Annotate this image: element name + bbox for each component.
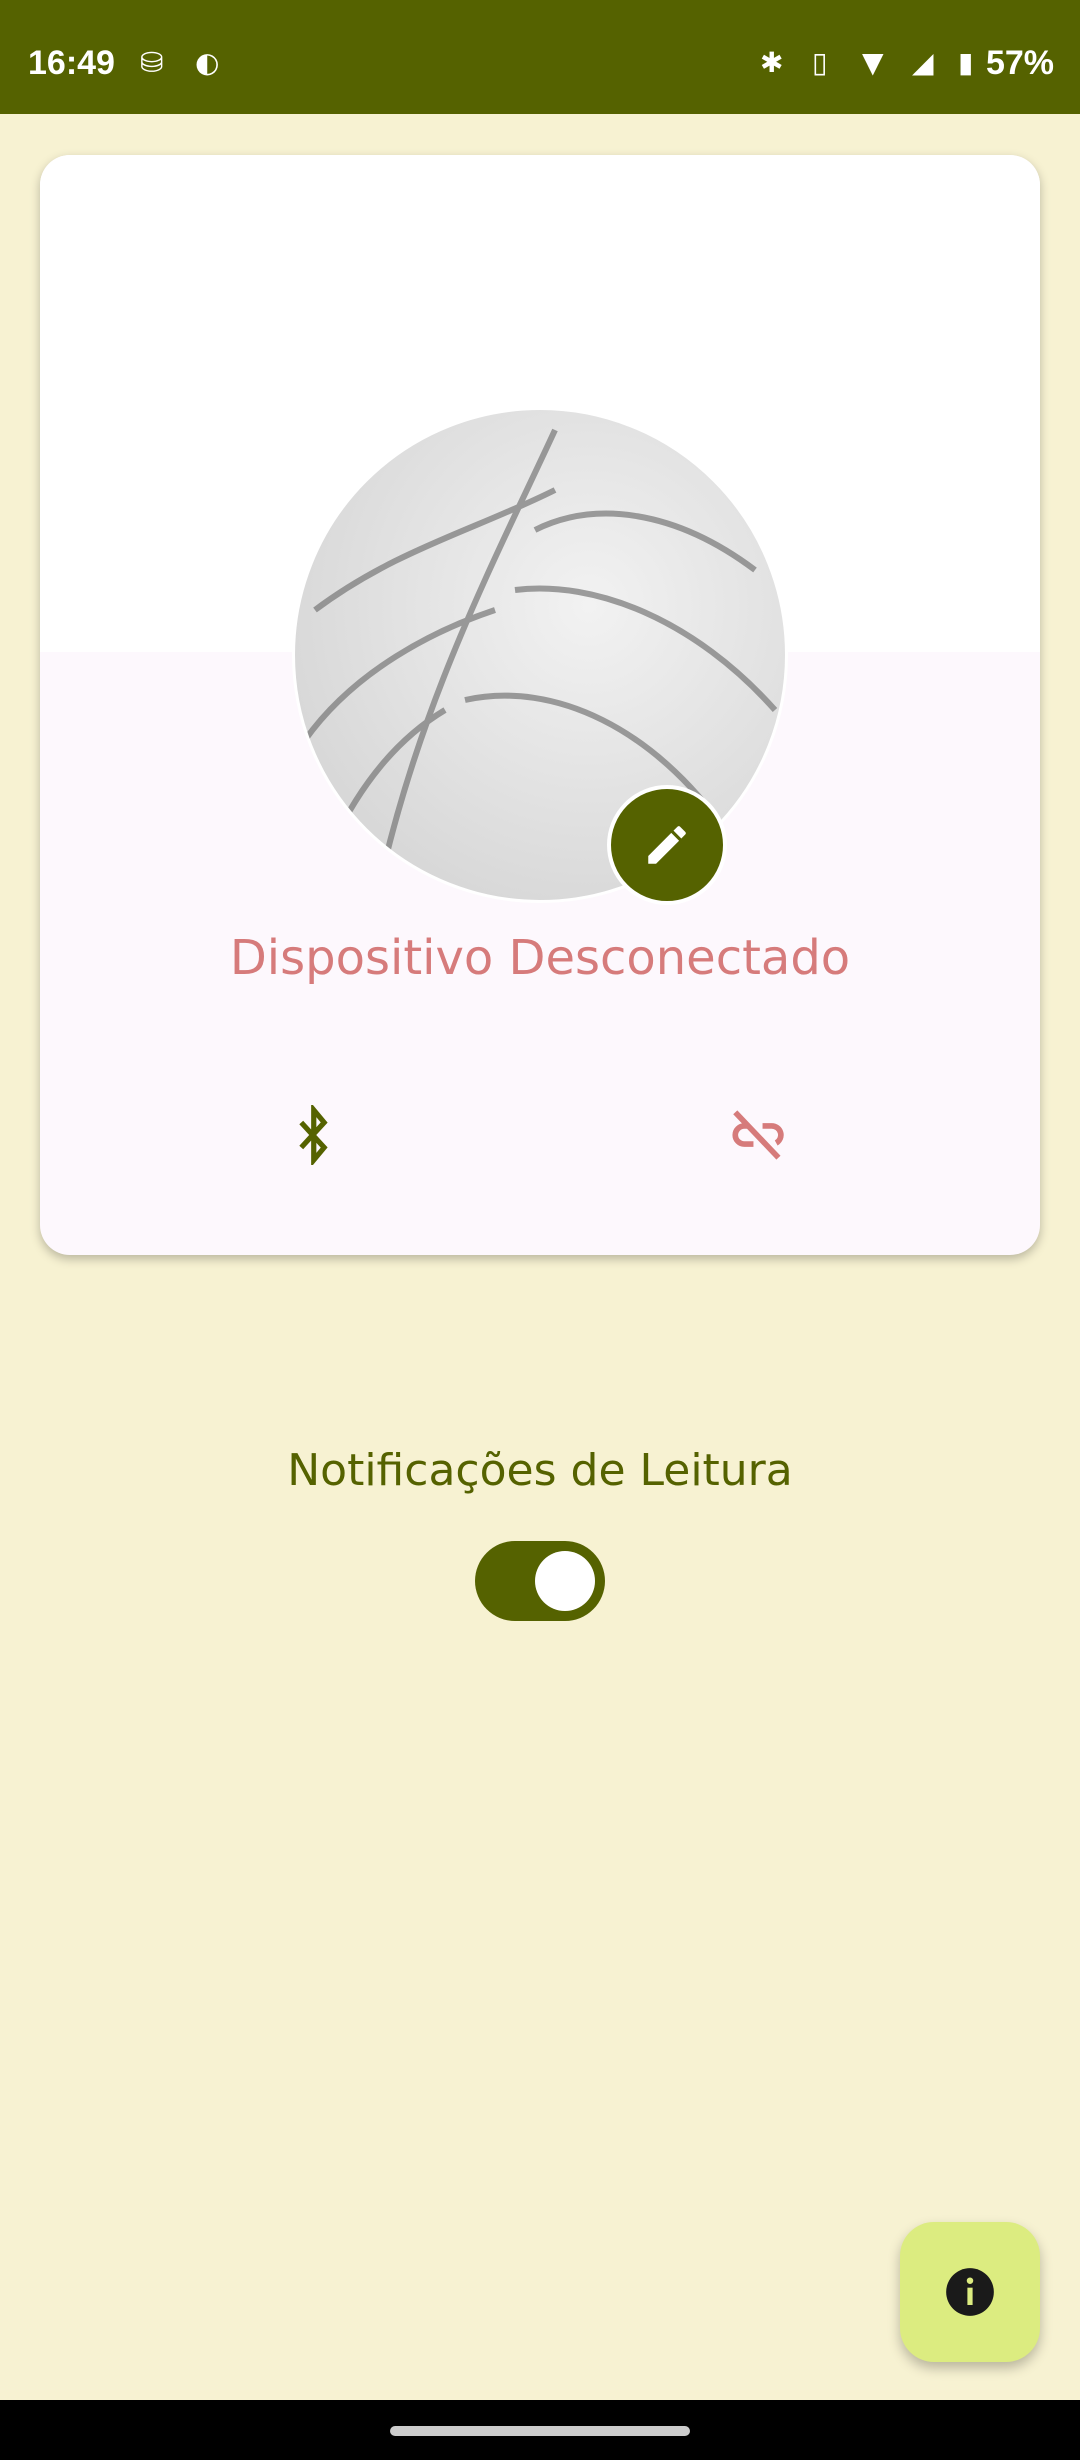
disconnect-button[interactable] (730, 1110, 786, 1164)
read-notifications-label: Notificações de Leitura (287, 1445, 793, 1496)
wifi-icon: ▼ (862, 46, 884, 79)
notification-icon: ⛁ (140, 46, 164, 79)
edit-icon (648, 826, 686, 864)
info-icon (946, 2268, 994, 2316)
device-status-text: Dispositivo Desconectado (229, 930, 851, 986)
navigation-bar (0, 2400, 1080, 2460)
shield-icon: ◐ (195, 46, 220, 79)
info-button[interactable] (900, 2222, 1040, 2362)
vibrate-icon: ▯ (812, 46, 828, 79)
home-handle[interactable] (390, 2426, 690, 2436)
status-time: 16:49 (28, 44, 115, 82)
read-notifications-toggle[interactable] (475, 1541, 605, 1621)
edit-avatar-button[interactable] (607, 785, 727, 905)
bluetooth-button[interactable] (295, 1102, 345, 1169)
status-bar: 16:49 ⛁ ◐ ✱ ▯ ▼ ◢ ▮ 57% (0, 0, 1080, 114)
battery-icon: ▮ (958, 46, 974, 79)
battery-level: 57% (985, 44, 1054, 82)
link-off-icon (732, 1110, 784, 1160)
bluetooth-icon: ✱ (760, 46, 784, 79)
bluetooth-icon (299, 1102, 328, 1168)
device-card: Dispositivo Desconectado (40, 155, 1040, 1255)
signal-icon: ◢ (912, 46, 934, 79)
